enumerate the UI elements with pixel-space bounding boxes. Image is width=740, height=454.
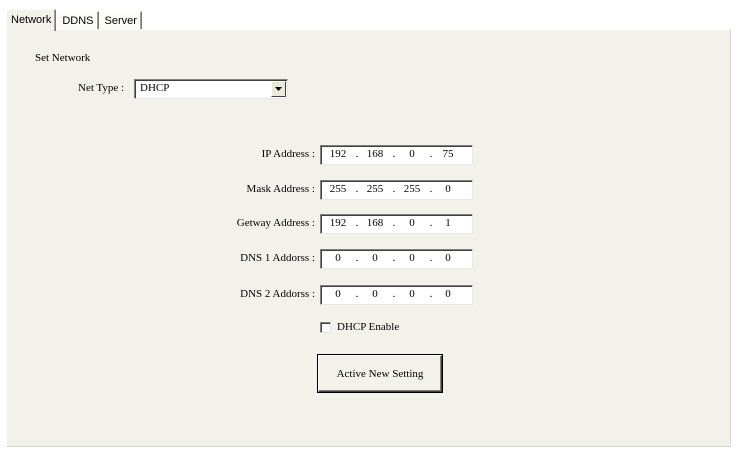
gateway-octet[interactable]: 1 (435, 217, 461, 229)
mask-octet[interactable]: 0 (435, 183, 461, 195)
octet-separator: . (429, 217, 433, 229)
dns1-octet[interactable]: 0 (399, 252, 425, 264)
tab-strip: Network DDNS Server (6, 8, 143, 31)
mask-octet[interactable]: 255 (399, 183, 425, 195)
dns2-octet[interactable]: 0 (362, 288, 388, 300)
dns2-address-label: DNS 2 Addorss : (240, 288, 315, 300)
dns2-address-field[interactable]: 0 . 0 . 0 . 0 (320, 285, 473, 305)
dns1-octet[interactable]: 0 (362, 252, 388, 264)
mask-octet[interactable]: 255 (325, 183, 351, 195)
ip-octet[interactable]: 168 (362, 148, 388, 160)
network-settings-panel: Set Network Net Type : DHCP IP Address :… (6, 29, 731, 447)
tab-ddns[interactable]: DDNS (57, 11, 99, 30)
octet-separator: . (429, 252, 433, 264)
dhcp-enable-option[interactable]: DHCP Enable (320, 321, 399, 333)
dns2-octet[interactable]: 0 (325, 288, 351, 300)
octet-separator: . (392, 288, 396, 300)
tab-network[interactable]: Network (6, 9, 57, 31)
mask-address-field[interactable]: 255 . 255 . 255 . 0 (320, 180, 473, 200)
gateway-octet[interactable]: 192 (325, 217, 351, 229)
ip-octet[interactable]: 0 (399, 148, 425, 160)
octet-separator: . (429, 148, 433, 160)
octet-separator: . (355, 252, 359, 264)
dns1-address-field[interactable]: 0 . 0 . 0 . 0 (320, 249, 473, 269)
dns1-octet[interactable]: 0 (325, 252, 351, 264)
mask-address-label: Mask Address : (246, 183, 315, 195)
dhcp-enable-checkbox[interactable] (320, 321, 331, 333)
octet-separator: . (392, 252, 396, 264)
octet-separator: . (355, 183, 359, 195)
ip-octet[interactable]: 75 (435, 148, 461, 160)
octet-separator: . (429, 183, 433, 195)
octet-separator: . (355, 217, 359, 229)
ip-address-label: IP Address : (261, 148, 315, 160)
octet-separator: . (355, 288, 359, 300)
dhcp-enable-label: DHCP Enable (337, 321, 400, 333)
active-new-setting-button[interactable]: Active New Setting (318, 355, 442, 392)
octet-separator: . (392, 148, 396, 160)
dns2-octet[interactable]: 0 (399, 288, 425, 300)
dns1-octet[interactable]: 0 (435, 252, 461, 264)
ip-octet[interactable]: 192 (325, 148, 351, 160)
mask-octet[interactable]: 255 (362, 183, 388, 195)
gateway-address-label: Getway Address : (236, 217, 315, 229)
dns2-octet[interactable]: 0 (435, 288, 461, 300)
gateway-address-field[interactable]: 192 . 168 . 0 . 1 (320, 214, 473, 234)
field-labels: IP Address : Mask Address : Getway Addre… (7, 30, 315, 446)
gateway-octet[interactable]: 0 (399, 217, 425, 229)
octet-separator: . (355, 148, 359, 160)
gateway-octet[interactable]: 168 (362, 217, 388, 229)
tab-server[interactable]: Server (99, 11, 142, 30)
octet-separator: . (429, 288, 433, 300)
dns1-address-label: DNS 1 Addorss : (240, 252, 315, 264)
ip-address-field[interactable]: 192 . 168 . 0 . 75 (320, 145, 473, 165)
octet-separator: . (392, 183, 396, 195)
octet-separator: . (392, 217, 396, 229)
